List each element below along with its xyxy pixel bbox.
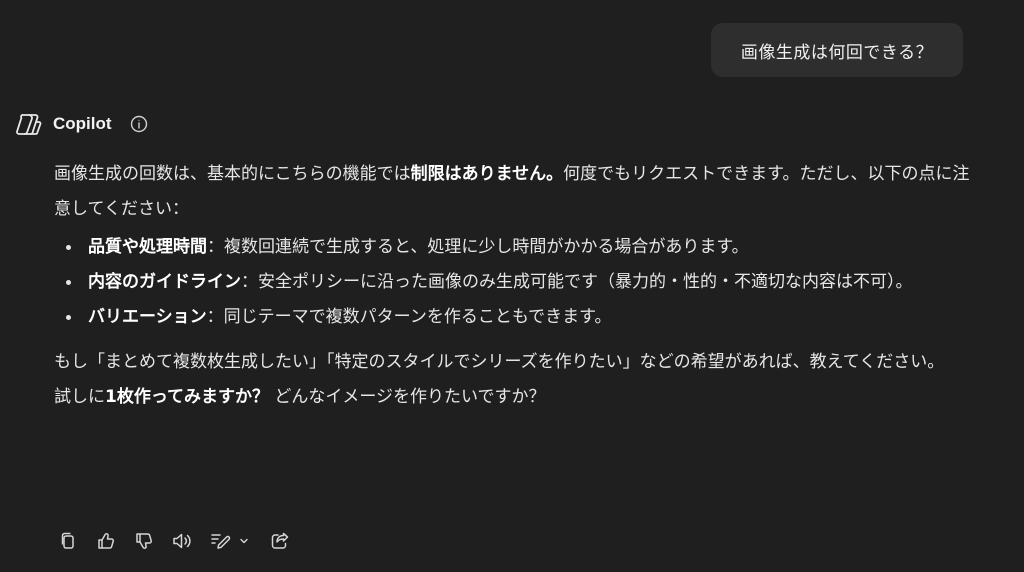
emphasis-no-limit: 制限はありません。	[410, 164, 564, 184]
thumbs-down-icon[interactable]	[132, 529, 156, 553]
response-paragraph-1: 画像生成の回数は、基本的にこちらの機能では制限はありません。何度でもリクエストで…	[54, 164, 970, 219]
assistant-message: 画像生成の回数は、基本的にこちらの機能では制限はありません。何度でもリクエストで…	[54, 157, 984, 415]
chevron-down-icon[interactable]	[238, 529, 250, 553]
edit-icon[interactable]	[208, 529, 232, 553]
thumbs-up-icon[interactable]	[94, 529, 118, 553]
bullet-dot	[66, 280, 71, 285]
list-item: バリエーション：同じテーマで複数パターンを作ることもできます。	[54, 301, 984, 333]
copilot-logo-icon	[16, 111, 42, 137]
info-icon[interactable]	[130, 115, 148, 133]
copy-icon[interactable]	[56, 529, 80, 553]
response-paragraph-2: もし「まとめて複数枚生成したい」「特定のスタイルでシリーズを作りたい」などの希望…	[54, 352, 945, 372]
list-item: 品質や処理時間：複数回連続で生成すると、処理に少し時間がかかる場合があります。	[54, 231, 984, 263]
emphasis-try-one: 1枚作ってみますか？	[105, 387, 269, 407]
message-action-toolbar	[56, 528, 306, 554]
list-item: 内容のガイドライン：安全ポリシーに沿った画像のみ生成可能です（暴力的・性的・不適…	[54, 266, 984, 298]
assistant-name: Copilot	[53, 114, 112, 133]
speaker-icon[interactable]	[170, 529, 194, 553]
response-bullet-list: 品質や処理時間：複数回連続で生成すると、処理に少し時間がかかる場合があります。 …	[54, 231, 984, 333]
response-paragraph-3: 試しに1枚作ってみますか？ どんなイメージを作りたいですか？	[54, 387, 546, 407]
bullet-dot	[66, 315, 71, 320]
bullet-dot	[66, 245, 71, 250]
user-message-bubble: 画像生成は何回できる？	[711, 23, 963, 77]
share-icon[interactable]	[268, 529, 292, 553]
user-message-text: 画像生成は何回できる？	[740, 42, 934, 63]
assistant-header: Copilot	[16, 110, 148, 138]
